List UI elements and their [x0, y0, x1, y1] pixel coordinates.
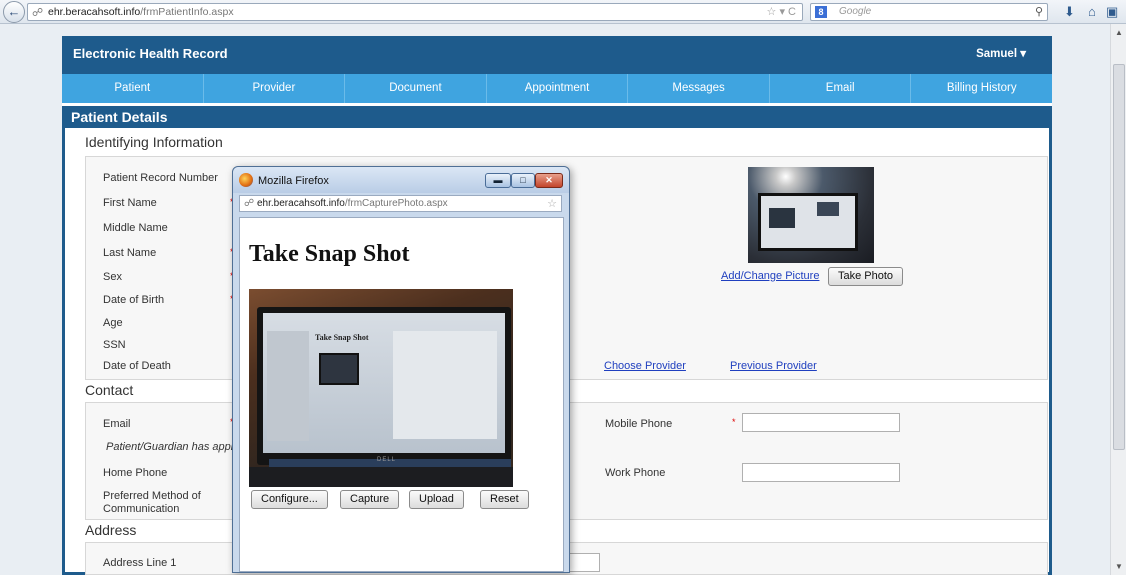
camera-detail: DELL — [377, 457, 397, 463]
chevron-down-icon[interactable]: ▾ — [1017, 48, 1026, 60]
browser-toolbar: ← ☍ ehr.beracahsoft.info/frmPatientInfo.… — [0, 0, 1126, 24]
photo-detail — [817, 202, 839, 216]
minimize-icon[interactable]: ▬ — [485, 173, 511, 188]
popup-title: Mozilla Firefox — [258, 175, 329, 187]
preferred-method-label: Preferred Method of — [103, 490, 201, 502]
guardian-note: Patient/Guardian has appr — [106, 441, 235, 453]
photo-detail — [769, 208, 795, 228]
identifying-info-title: Identifying Information — [85, 134, 223, 150]
home-phone-label: Home Phone — [103, 467, 168, 479]
first-name-label: First Name — [103, 197, 157, 209]
bookmark-star-icon[interactable]: ☆ ▾ C — [767, 5, 796, 18]
dod-label: Date of Death — [103, 360, 171, 372]
globe-icon: ☍ — [244, 198, 255, 209]
work-phone-label: Work Phone — [605, 467, 666, 479]
previous-provider-link[interactable]: Previous Provider — [730, 360, 817, 372]
camera-detail: Take Snap Shot — [315, 333, 369, 342]
search-icon[interactable]: ⚲ — [1035, 5, 1043, 18]
configure-button[interactable]: Configure... — [251, 490, 328, 509]
camera-monitor-screen: Take Snap Shot — [263, 313, 511, 467]
close-icon[interactable]: ✕ — [535, 173, 563, 188]
search-placeholder: Google — [839, 6, 872, 17]
last-name-label: Last Name — [103, 247, 157, 259]
back-arrow-icon[interactable]: ← — [3, 1, 25, 23]
popup-content: Take Snap Shot Take Snap Shot DELL Confi… — [239, 217, 564, 572]
age-label: Age — [103, 317, 123, 329]
add-change-picture-link[interactable]: Add/Change Picture — [721, 270, 819, 282]
mobile-phone-label: Mobile Phone — [605, 418, 673, 430]
capture-button[interactable]: Capture — [340, 490, 400, 509]
camera-detail — [267, 331, 309, 441]
address-title: Address — [85, 522, 137, 538]
download-icon[interactable]: ⬇ — [1064, 4, 1075, 20]
camera-detail — [393, 331, 497, 439]
popup-url: ehr.beracahsoft.info/frmCapturePhoto.asp… — [257, 198, 448, 209]
main-nav: Patient Provider Document Appointment Me… — [62, 74, 1052, 103]
globe-icon: ☍ — [32, 7, 44, 19]
nav-provider[interactable]: Provider — [204, 74, 346, 103]
mobile-phone-input[interactable] — [742, 413, 900, 432]
search-bar[interactable]: 8 Google ⚲ — [810, 3, 1048, 21]
popup-titlebar[interactable]: Mozilla Firefox ▬ □ ✕ — [233, 167, 569, 193]
user-name[interactable]: Samuel — [976, 48, 1017, 60]
take-photo-button[interactable]: Take Photo — [828, 267, 904, 286]
record-number-label: Patient Record Number — [103, 172, 218, 184]
app-header: Electronic Health Record Samuel ▾ — [62, 36, 1052, 74]
page-scrollbar[interactable]: ▲ ▼ — [1110, 24, 1126, 575]
preferred-method-label-2: Communication — [103, 503, 180, 515]
capture-photo-popup: Mozilla Firefox ▬ □ ✕ ☍ ehr.beracahsoft.… — [232, 166, 570, 573]
firefox-icon — [239, 173, 253, 187]
camera-preview: Take Snap Shot DELL — [249, 289, 513, 487]
choose-provider-link[interactable]: Choose Provider — [604, 360, 686, 372]
address-bar[interactable]: ☍ ehr.beracahsoft.info/frmPatientInfo.as… — [27, 3, 803, 21]
search-engine-icon[interactable]: 8 — [815, 6, 827, 18]
middle-name-label: Middle Name — [103, 222, 168, 234]
upload-button[interactable]: Upload — [409, 490, 464, 509]
bookmark-star-icon[interactable]: ☆ — [547, 197, 557, 210]
nav-document[interactable]: Document — [345, 74, 487, 103]
email-label: Email — [103, 418, 131, 430]
camera-detail — [249, 467, 513, 487]
work-phone-input[interactable] — [742, 463, 900, 482]
reset-button[interactable]: Reset — [480, 490, 529, 509]
nav-email[interactable]: Email — [770, 74, 912, 103]
popup-address-bar[interactable]: ☍ ehr.beracahsoft.info/frmCapturePhoto.a… — [239, 195, 562, 212]
patient-photo — [748, 167, 874, 263]
sex-label: Sex — [103, 271, 122, 283]
ssn-label: SSN — [103, 339, 126, 351]
user-menu[interactable]: Samuel ▾ — [976, 46, 1026, 60]
required-marker: * — [732, 417, 736, 427]
maximize-icon[interactable]: □ — [511, 173, 535, 188]
nav-messages[interactable]: Messages — [628, 74, 770, 103]
address-line1-label: Address Line 1 — [103, 557, 177, 569]
app-title: Electronic Health Record — [73, 46, 228, 61]
dob-label: Date of Birth — [103, 294, 165, 306]
menu-icon[interactable]: ▣ — [1106, 4, 1118, 20]
scroll-up-icon[interactable]: ▲ — [1115, 28, 1123, 37]
home-icon[interactable]: ⌂ — [1088, 4, 1096, 19]
section-title: Patient Details — [65, 106, 1049, 128]
nav-patient[interactable]: Patient — [62, 74, 204, 103]
photo-screen — [758, 193, 858, 251]
contact-title: Contact — [85, 382, 134, 398]
scroll-down-icon[interactable]: ▼ — [1115, 562, 1123, 571]
camera-detail — [319, 353, 359, 385]
scrollbar-thumb[interactable] — [1113, 64, 1125, 450]
nav-appointment[interactable]: Appointment — [487, 74, 629, 103]
address-url: ehr.beracahsoft.info/frmPatientInfo.aspx — [48, 6, 234, 18]
nav-billing-history[interactable]: Billing History — [911, 74, 1052, 103]
snap-heading: Take Snap Shot — [249, 241, 410, 267]
camera-monitor: Take Snap Shot — [257, 307, 511, 467]
